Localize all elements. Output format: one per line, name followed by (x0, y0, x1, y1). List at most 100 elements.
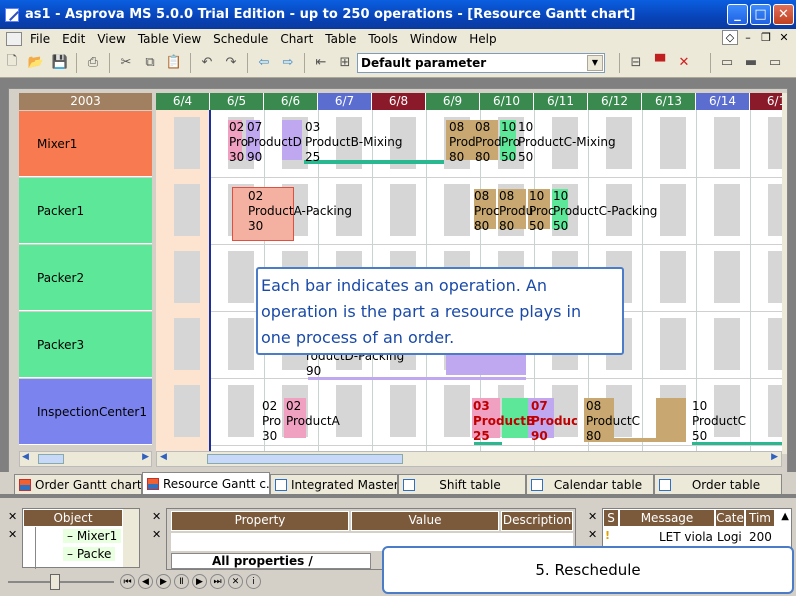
date-header: 6/14 (696, 93, 750, 110)
last-icon[interactable]: ⏭ (210, 574, 225, 589)
parameter-icon[interactable]: ⇤ (311, 53, 331, 73)
play-icon[interactable]: ▶ (156, 574, 171, 589)
menu-table[interactable]: Table (319, 32, 362, 46)
grid-line (156, 177, 782, 178)
object-vscroll[interactable] (123, 509, 139, 567)
title-bar: as1 - Asprova MS 5.0.0 Trial Edition - u… (0, 0, 796, 29)
menu-chart[interactable]: Chart (274, 32, 319, 46)
tab-resource-gantt[interactable]: Resource Gantt c... (142, 472, 270, 494)
layout-left-icon[interactable]: ▭ (717, 53, 737, 73)
non-working-shade (660, 251, 686, 303)
menu-view[interactable]: View (91, 32, 131, 46)
tree-item[interactable]: – Packe (63, 547, 116, 561)
resource-row-mixer1[interactable]: Mixer1 (19, 111, 152, 177)
forward-arrow-icon[interactable]: ⇨ (278, 53, 298, 73)
close-icon[interactable]: ✕ (8, 528, 17, 541)
menu-tools[interactable]: Tools (362, 32, 404, 46)
menu-table-view[interactable]: Table View (132, 32, 207, 46)
grid-icon[interactable]: ⊞ (335, 53, 355, 73)
copy-icon[interactable]: ⧉ (140, 53, 160, 73)
scroll-left-icon[interactable]: ◀ (22, 452, 29, 462)
flag-icon[interactable]: ▀ (650, 53, 670, 73)
paste-icon[interactable]: 📋 (164, 53, 184, 73)
op-bar[interactable] (656, 398, 686, 438)
op-label: 08 ProductC 80 (586, 399, 640, 443)
non-working-shade (660, 117, 686, 169)
mdi-minimize-button[interactable]: – (740, 30, 756, 45)
print-icon[interactable]: ⎙ (83, 53, 103, 73)
menu-edit[interactable]: Edit (56, 32, 91, 46)
close-button[interactable]: ✕ (773, 4, 794, 25)
gantt-vscroll[interactable] (782, 93, 787, 454)
close-icon[interactable]: ✕ (588, 510, 597, 523)
speed-slider[interactable] (8, 574, 114, 590)
layout-top-icon[interactable]: ▬ (741, 53, 761, 73)
scroll-right-icon[interactable]: ▶ (771, 452, 778, 462)
op-label: 08 Proc 80 (474, 189, 500, 233)
scroll-thumb[interactable] (38, 454, 64, 464)
parameter-combo[interactable]: Default parameter ▼ (357, 52, 605, 73)
tab-order-gantt[interactable]: Order Gantt chart (14, 474, 142, 494)
close-icon[interactable]: ✕ (152, 528, 161, 541)
slider-thumb[interactable] (50, 574, 60, 590)
op-label: 07 ProductD 90 (247, 120, 302, 164)
date-header: 6/9 (426, 93, 480, 110)
resource-label: Packer2 (37, 270, 85, 285)
non-working-shade (174, 385, 200, 437)
gantt-hscroll[interactable]: ◀ ▶ (156, 451, 782, 467)
date-header: 6/5 (210, 93, 264, 110)
tab-shift-table[interactable]: Shift table (398, 474, 526, 494)
first-icon[interactable]: ⏮ (120, 574, 135, 589)
menu-help[interactable]: Help (463, 32, 502, 46)
scroll-right-icon[interactable]: ▶ (142, 452, 149, 462)
menu-file[interactable]: File (24, 32, 56, 46)
non-working-shade (660, 318, 686, 370)
chevron-down-icon[interactable]: ▼ (587, 54, 603, 71)
save-icon[interactable]: 💾 (50, 53, 70, 73)
close-icon[interactable]: ✕ (588, 528, 597, 541)
redo-icon[interactable]: ↷ (221, 53, 241, 73)
maximize-button[interactable]: □ (750, 4, 771, 25)
close-icon[interactable]: ✕ (152, 510, 161, 523)
tab-calendar-table[interactable]: Calendar table (526, 474, 654, 494)
menu-schedule[interactable]: Schedule (207, 32, 274, 46)
message-text[interactable]: LET viola (659, 530, 713, 544)
tab-all-properties[interactable]: All properties / (171, 553, 371, 569)
scroll-up-icon[interactable]: ▲ (781, 511, 789, 522)
menu-window[interactable]: Window (404, 32, 463, 46)
tab-integrated-master[interactable]: Integrated Master... (270, 474, 398, 494)
tree-item[interactable]: – Mixer1 (63, 529, 122, 543)
diamond-icon[interactable]: ◇ (722, 30, 738, 45)
new-file-icon[interactable]: 🗋 (2, 53, 22, 73)
info-icon[interactable]: i (246, 574, 261, 589)
pause-icon[interactable]: Ⅱ (174, 574, 189, 589)
undo-icon[interactable]: ↶ (197, 53, 217, 73)
resource-row-packer3[interactable]: Packer3 (19, 312, 152, 378)
doc-icon (6, 31, 22, 46)
rewind-icon[interactable]: ◀ (138, 574, 153, 589)
resource-row-packer1[interactable]: Packer1 (19, 178, 152, 244)
mdi-close-button[interactable]: ✕ (776, 30, 792, 45)
delete-icon[interactable]: ✕ (674, 53, 694, 73)
close-icon[interactable]: ✕ (8, 510, 17, 523)
scroll-thumb[interactable] (207, 454, 403, 464)
back-arrow-icon[interactable]: ⇦ (254, 53, 274, 73)
tree-icon[interactable]: ⊟ (626, 53, 646, 73)
non-working-shade (228, 318, 254, 370)
mdi-restore-button[interactable]: ❐ (758, 30, 774, 45)
cut-icon[interactable]: ✂ (116, 53, 136, 73)
forward-icon[interactable]: ▶ (192, 574, 207, 589)
non-working-shade (660, 184, 686, 236)
resource-row-inspectioncenter1[interactable]: InspectionCenter1 (19, 379, 152, 445)
op-label: 02 ProductA (286, 399, 340, 428)
non-working-shade (228, 385, 254, 437)
table-icon (403, 478, 415, 491)
open-folder-icon[interactable]: 📂 (26, 53, 46, 73)
scroll-left-icon[interactable]: ◀ (160, 452, 167, 462)
resource-row-packer2[interactable]: Packer2 (19, 245, 152, 311)
tab-order-table[interactable]: Order table (654, 474, 782, 494)
layout-right-icon[interactable]: ▭ (765, 53, 785, 73)
resource-hscroll[interactable]: ◀ ▶ (19, 451, 152, 467)
minimize-button[interactable]: _ (727, 4, 748, 25)
stop-icon[interactable]: ✕ (228, 574, 243, 589)
